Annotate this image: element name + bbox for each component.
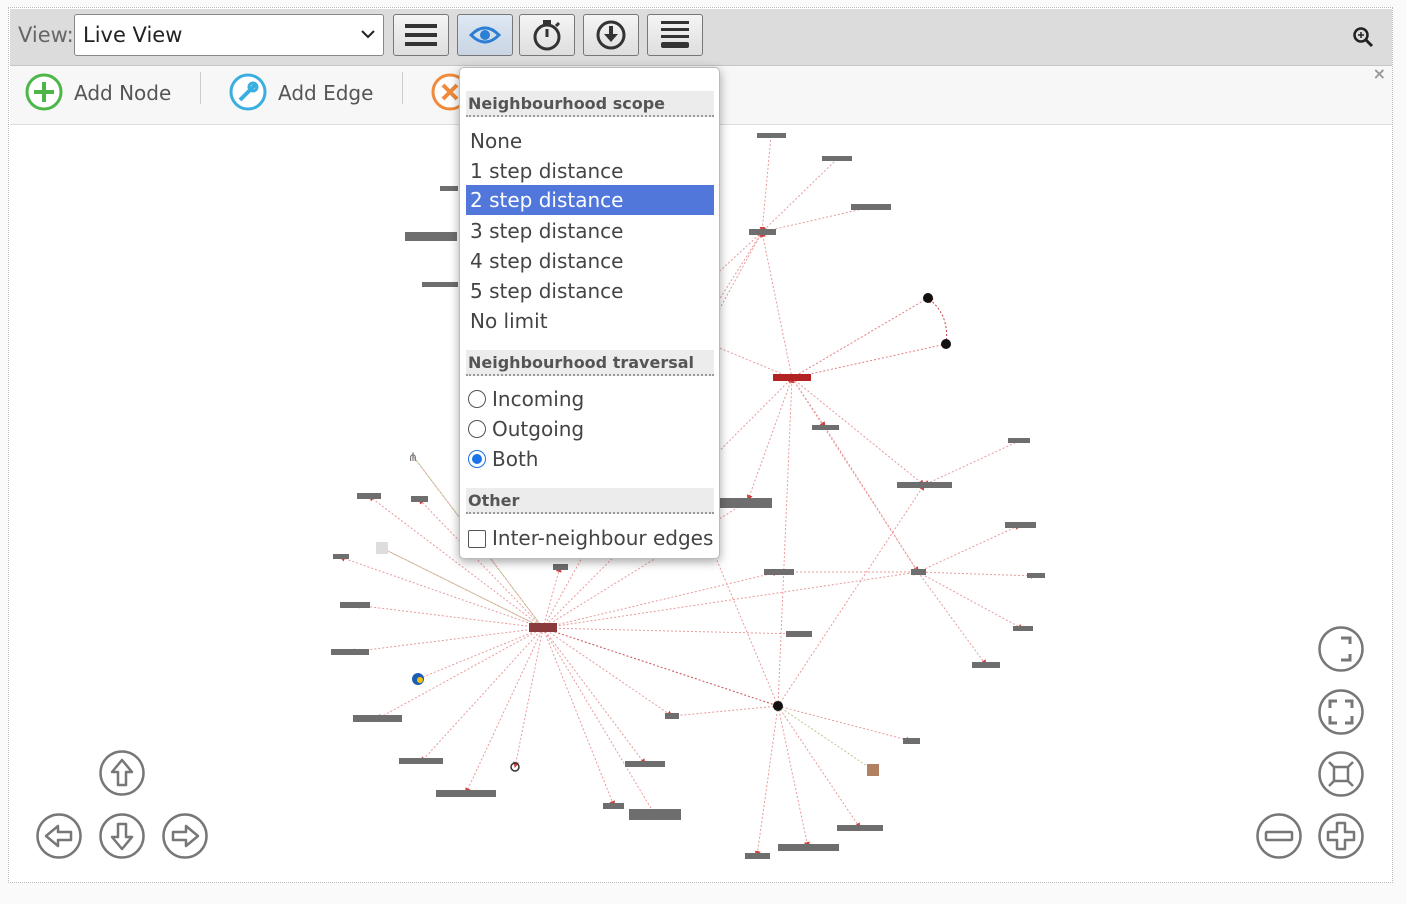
scope-option-none[interactable]: None (466, 126, 714, 156)
add-edge-label: Add Edge (278, 81, 374, 105)
close-icon[interactable]: × (1373, 64, 1386, 83)
pan-left-button[interactable] (36, 813, 82, 859)
fullscreen-button[interactable] (1318, 689, 1364, 735)
traversal-outgoing-radio[interactable]: Outgoing (466, 416, 716, 446)
arrow-left-icon (36, 813, 82, 859)
option-label: 1 step distance (470, 159, 624, 183)
link-circle-icon (229, 73, 267, 111)
menu-button[interactable] (393, 14, 449, 56)
radio-label: Incoming (492, 387, 585, 411)
chevron-down-icon (361, 30, 375, 39)
add-node-label: Add Node (74, 81, 172, 105)
traversal-header-text: Neighbourhood traversal (468, 353, 695, 372)
neighbourhood-dropdown: Neighbourhood scope None 1 step distance… (459, 67, 720, 559)
inter-neighbour-edges-checkbox[interactable]: Inter-neighbour edges (466, 525, 716, 555)
add-node-button[interactable]: Add Node (24, 73, 184, 111)
scope-option-no-limit[interactable]: No limit (466, 306, 714, 336)
main-toolbar: View: Live View (10, 9, 1392, 66)
zoom-out-button[interactable] (1256, 813, 1302, 859)
scope-header-text: Neighbourhood scope (468, 94, 665, 113)
timer-button[interactable] (519, 14, 575, 56)
download-circle-icon (596, 20, 626, 50)
scope-option-5-step[interactable]: 5 step distance (466, 276, 714, 306)
option-label: 3 step distance (470, 219, 624, 243)
fit-graph-button[interactable] (1318, 751, 1364, 797)
stopwatch-icon (533, 20, 561, 51)
stack-icon (661, 21, 689, 48)
magnifier-icon[interactable] (1352, 26, 1374, 48)
other-section-header: Other (466, 488, 714, 514)
bracket-expand-icon (1318, 626, 1364, 672)
fullscreen-icon (1318, 689, 1364, 735)
view-select[interactable]: Live View (74, 14, 384, 56)
layers-button[interactable] (647, 14, 703, 56)
toolbar-divider (402, 72, 403, 104)
pan-right-button[interactable] (162, 813, 208, 859)
radio-label: Outgoing (492, 417, 585, 441)
traversal-both-radio[interactable]: Both (466, 446, 716, 476)
eye-icon (469, 26, 501, 44)
fit-to-screen-icon (1318, 751, 1364, 797)
checkbox-label: Inter-neighbour edges (492, 526, 714, 550)
arrow-down-icon (99, 813, 145, 859)
add-circle-icon (25, 73, 63, 111)
pan-up-button[interactable] (99, 750, 145, 796)
other-header-text: Other (468, 491, 520, 510)
arrow-right-icon (162, 813, 208, 859)
option-label: None (470, 129, 523, 153)
radio-circle-selected (468, 450, 486, 468)
fit-selection-button[interactable] (1318, 626, 1364, 672)
scope-section-header: Neighbourhood scope (466, 91, 714, 117)
plus-circle-icon (1318, 813, 1364, 859)
view-select-value: Live View (83, 23, 183, 47)
checkbox-box (468, 530, 486, 548)
minus-circle-icon (1256, 813, 1302, 859)
arrow-up-icon (99, 750, 145, 796)
add-edge-button[interactable]: Add Edge (228, 73, 388, 111)
option-label: 4 step distance (470, 249, 624, 273)
option-label: 2 step distance (470, 188, 624, 212)
pan-down-button[interactable] (99, 813, 145, 859)
scope-option-1-step[interactable]: 1 step distance (466, 156, 714, 186)
radio-circle (468, 420, 486, 438)
traversal-section-header: Neighbourhood traversal (466, 350, 714, 376)
radio-label: Both (492, 447, 539, 471)
option-label: No limit (470, 309, 548, 333)
radio-circle (468, 390, 486, 408)
download-button[interactable] (583, 14, 639, 56)
scope-option-4-step[interactable]: 4 step distance (466, 246, 714, 276)
traversal-incoming-radio[interactable]: Incoming (466, 386, 716, 416)
menu-lines-icon (405, 24, 437, 46)
option-label: 5 step distance (470, 279, 624, 303)
scope-option-2-step[interactable]: 2 step distance (466, 185, 714, 215)
toolbar-divider (200, 72, 201, 104)
view-label: View: (18, 23, 74, 47)
scope-option-3-step[interactable]: 3 step distance (466, 216, 714, 246)
neighbourhood-view-button[interactable] (457, 14, 513, 56)
svg-text:⋔: ⋔ (408, 450, 418, 464)
zoom-in-button[interactable] (1318, 813, 1364, 859)
